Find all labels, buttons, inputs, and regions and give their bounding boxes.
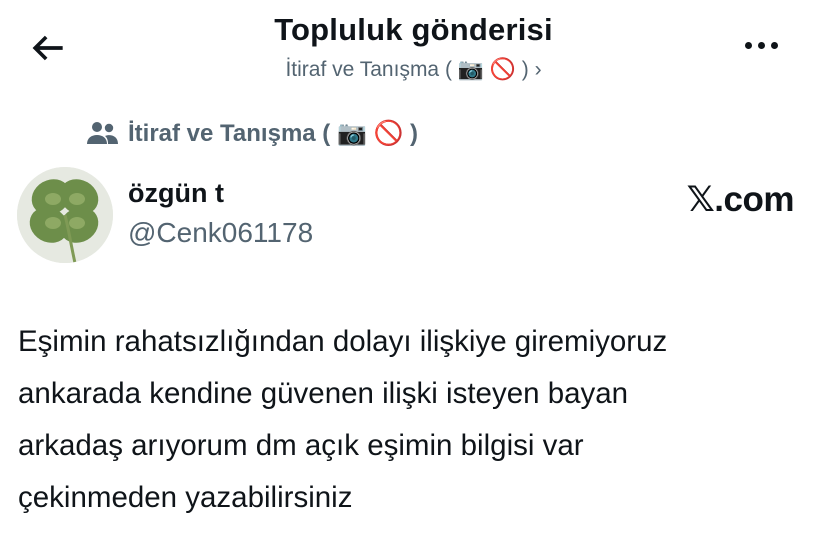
more-dot [771, 42, 778, 49]
four-leaf-clover-avatar [17, 167, 113, 263]
post-line: çekinmeden yazabilirsiniz [18, 481, 353, 514]
page-title: Topluluk gönderisi [274, 12, 553, 47]
community-name: İtiraf ve Tanışma ( 📷 🚫 ) [128, 119, 419, 147]
more-dot [745, 42, 752, 49]
more-button[interactable] [742, 34, 786, 58]
author-display-name[interactable]: özgün t [128, 178, 224, 209]
community-link[interactable]: İtiraf ve Tanışma ( 📷 🚫 ) › [0, 58, 827, 82]
top-bar: Topluluk gönderisi İtiraf ve Tanışma ( 📷… [0, 0, 827, 100]
more-dot [758, 42, 765, 49]
people-icon [86, 120, 120, 146]
post-line: Eşimin rahatsızlığından dolayı ilişkiye … [18, 325, 668, 358]
post-line: arkadaş arıyorum dm açık eşimin bilgisi … [18, 429, 584, 462]
post-text: Eşimin rahatsızlığından dolayı ilişkiye … [18, 316, 818, 524]
x-logo: 𝕏.com [686, 180, 795, 219]
community-context[interactable]: İtiraf ve Tanışma ( 📷 🚫 ) [86, 116, 418, 150]
author-handle[interactable]: @Cenk061178 [128, 217, 313, 249]
post-line: ankarada kendine güvenen ilişki isteyen … [18, 377, 629, 410]
avatar[interactable] [17, 167, 113, 263]
